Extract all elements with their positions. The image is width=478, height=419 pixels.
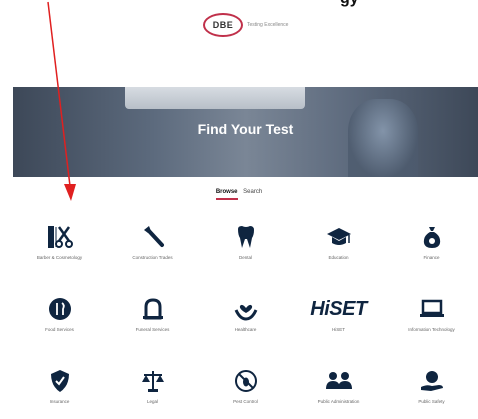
category-label: HiSET <box>331 327 345 332</box>
people-icon <box>325 372 352 389</box>
site-logo[interactable]: DBE Testing Excellence <box>203 13 288 37</box>
no-bug-icon <box>234 370 257 392</box>
category-tile-healthcare[interactable]: Healthcare <box>199 287 292 347</box>
top-clipped-title: gy <box>0 0 478 8</box>
shield-check-icon <box>50 370 69 392</box>
category-label: Funeral Services <box>135 327 170 332</box>
category-tile-dental[interactable]: Dental <box>199 215 292 275</box>
category-tile-education[interactable]: Education <box>292 215 385 275</box>
scales-icon <box>141 371 164 392</box>
category-label: Legal <box>146 399 158 404</box>
tab-browse[interactable]: Browse <box>215 189 238 200</box>
hero-banner: Find Your Test <box>13 87 478 177</box>
wrench-icon <box>143 226 164 247</box>
hero-title: Find Your Test <box>197 121 294 137</box>
category-label: Healthcare <box>234 327 257 332</box>
category-label: Insurance <box>49 399 70 404</box>
scissors-comb-icon <box>47 226 73 248</box>
logo-tagline: Testing Excellence <box>247 22 289 28</box>
category-tile-insurance[interactable]: Insurance <box>13 359 106 419</box>
category-tile-food-services[interactable]: Food Services <box>13 287 106 347</box>
tab-search[interactable]: Search <box>243 189 262 198</box>
category-tile-legal[interactable]: Legal <box>106 359 199 419</box>
tooth-icon <box>237 226 254 248</box>
category-label: Construction Trades <box>132 255 173 260</box>
category-tile-barber-cosmetology[interactable]: Barber & Cosmetology <box>13 215 106 275</box>
category-tile-public-administration[interactable]: Public Administration <box>292 359 385 419</box>
monument-icon <box>142 298 163 320</box>
heart-hand-icon <box>234 304 257 321</box>
laptop-icon <box>419 299 444 317</box>
category-tile-hiset[interactable]: HiSET HiSET <box>292 287 385 347</box>
graduation-cap-icon <box>326 228 351 245</box>
category-label: Food Services <box>45 327 74 332</box>
hiset-logo: HiSET <box>310 297 367 320</box>
money-bag-icon <box>423 227 440 248</box>
category-tile-information-technology[interactable]: Information Technology <box>385 287 478 347</box>
category-label: Public Administration <box>317 399 360 404</box>
category-tile-funeral-services[interactable]: Funeral Services <box>106 287 199 347</box>
category-label: Information Technology <box>408 327 455 332</box>
category-tile-construction-trades[interactable]: Construction Trades <box>106 215 199 275</box>
browse-search-tabs: Browse Search <box>0 189 478 200</box>
hand-globe-icon <box>420 371 443 391</box>
category-label: Barber & Cosmetology <box>36 255 83 260</box>
category-label: Education <box>328 255 349 260</box>
category-label: Public Safety <box>418 399 445 404</box>
category-label: Dental <box>238 255 252 260</box>
category-tile-finance[interactable]: Finance <box>385 215 478 275</box>
hero-background-figure <box>348 99 418 177</box>
category-label: Pest Control <box>233 399 258 404</box>
annotation-arrow <box>47 1 76 201</box>
category-tile-public-safety[interactable]: Public Safety <box>385 359 478 419</box>
logo-mark: DBE <box>203 13 243 37</box>
category-tile-pest-control[interactable]: Pest Control <box>199 359 292 419</box>
utensils-icon <box>48 298 71 320</box>
hero-background-ac-unit <box>125 87 305 109</box>
category-label: Finance <box>423 255 440 260</box>
